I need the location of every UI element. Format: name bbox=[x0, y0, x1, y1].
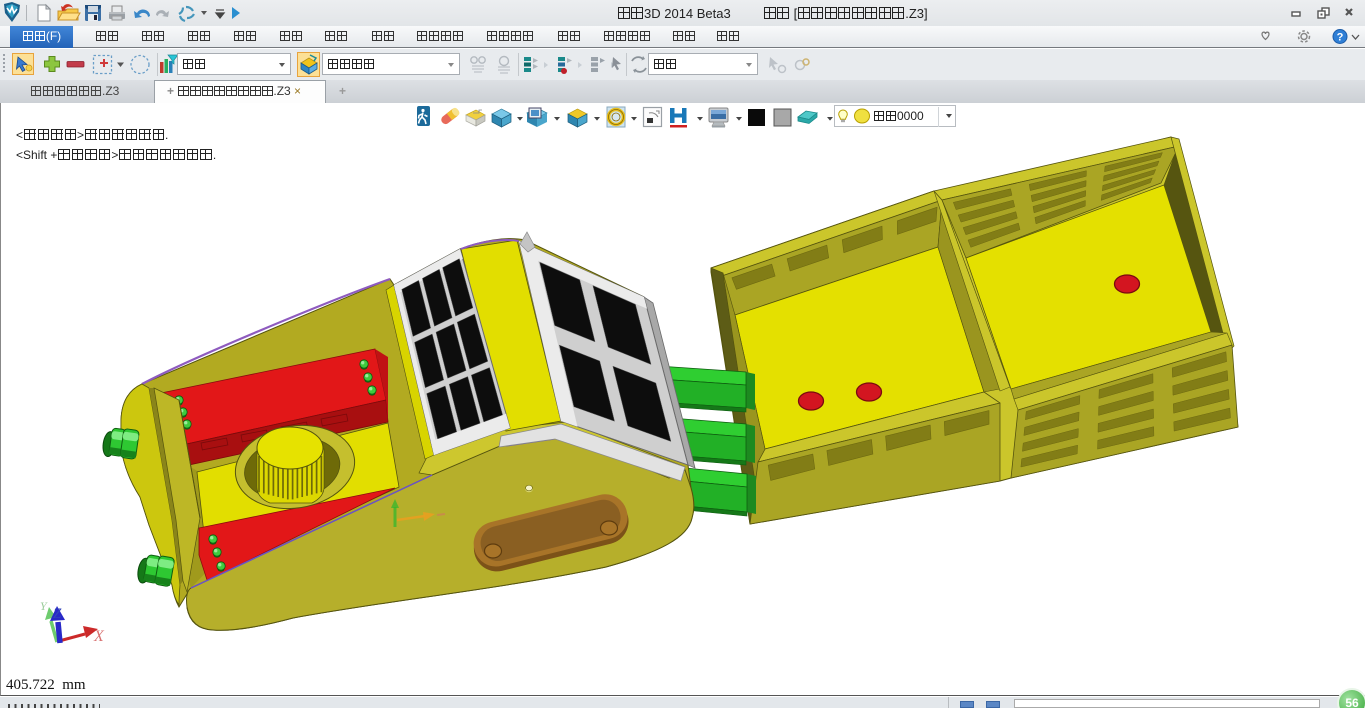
svg-text:X: X bbox=[93, 628, 105, 645]
svg-text:Y: Y bbox=[40, 599, 48, 613]
svg-text:?: ? bbox=[1337, 32, 1344, 44]
svg-text:Z: Z bbox=[53, 606, 62, 622]
